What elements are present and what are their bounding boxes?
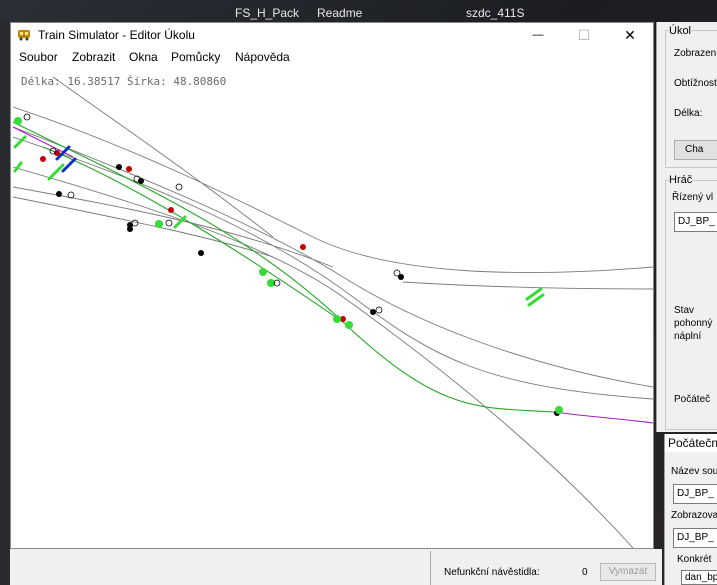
pocatecni-panel-title: Počáteční	[665, 434, 717, 452]
status-separator	[430, 551, 431, 585]
track-line	[402, 281, 653, 290]
stav-label: Stav	[674, 305, 695, 316]
nefunkcni-navestidla-count: 0	[582, 567, 588, 578]
map-canvas[interactable]: Délka: 16.38517 Šírka: 48.80860	[13, 67, 653, 548]
menu-bar: Soubor Zobrazit Okna Pomůcky Nápověda	[11, 47, 653, 67]
minimize-icon: —	[532, 29, 544, 41]
track-line	[13, 126, 653, 388]
maximize-icon: ☐	[577, 26, 591, 43]
zobrazovat-field[interactable]: DJ_BP_	[673, 528, 717, 548]
node-hollow[interactable]	[165, 219, 173, 227]
signal-marker[interactable]	[13, 161, 23, 173]
map-coordinates-readout: Délka: 16.38517 Šírka: 48.80860	[21, 75, 227, 88]
title-bar[interactable]: Train Simulator - Editor Úkolu — ☐ ✕	[11, 23, 653, 47]
zobrazeni-label: Zobrazen	[674, 48, 717, 59]
node-green[interactable]	[14, 117, 22, 125]
ukol-group-title: Úkol	[669, 25, 692, 37]
node-hollow[interactable]	[375, 306, 383, 314]
change-button[interactable]: Cha	[674, 140, 717, 160]
node-red[interactable]	[168, 207, 174, 213]
editor-window: Train Simulator - Editor Úkolu — ☐ ✕ Sou…	[10, 22, 654, 549]
node-green[interactable]	[259, 268, 267, 276]
close-button[interactable]: ✕	[607, 23, 653, 47]
rizeny-vlak-field[interactable]: DJ_BP_	[674, 212, 717, 232]
maximize-button[interactable]: ☐	[561, 23, 607, 47]
status-strip: Nefunkční návěstidla: 0 Vymazat	[10, 549, 662, 585]
close-icon: ✕	[624, 26, 636, 43]
desktop-icon-labels: FS_H_Pack Readme szdc_411S	[0, 0, 717, 22]
track-line	[13, 106, 653, 273]
konkretni-label: Konkrét	[677, 554, 712, 565]
menu-okna[interactable]: Okna	[129, 50, 158, 64]
node-black[interactable]	[370, 309, 376, 315]
node-hollow[interactable]	[393, 269, 401, 277]
signal-marker[interactable]	[47, 163, 65, 181]
desktop-item-fs-h-pack[interactable]: FS_H_Pack	[235, 6, 299, 20]
desktop-item-readme[interactable]: Readme	[317, 6, 362, 20]
route-green	[42, 146, 344, 323]
node-red[interactable]	[40, 156, 46, 162]
zobrazovat-label: Zobrazova	[671, 510, 717, 521]
nazev-label: Název sou	[671, 466, 717, 477]
node-hollow[interactable]	[23, 113, 31, 121]
minimize-button[interactable]: —	[515, 23, 561, 47]
node-green[interactable]	[333, 315, 341, 323]
desktop-item-szdc[interactable]: szdc_411S	[466, 6, 524, 20]
node-red[interactable]	[126, 166, 132, 172]
node-green[interactable]	[155, 220, 163, 228]
node-black[interactable]	[116, 164, 122, 170]
hrac-group-title: Hráč	[669, 174, 693, 186]
naplni-label: náplní	[674, 331, 702, 342]
marker-blue[interactable]	[61, 157, 77, 173]
track-line	[13, 166, 634, 548]
pocatecni-label: Počáteč	[674, 394, 711, 405]
track-line	[13, 186, 334, 268]
konkretni-field[interactable]: dan_bp	[681, 570, 717, 585]
window-title: Train Simulator - Editor Úkolu	[38, 28, 195, 42]
track-map[interactable]	[13, 67, 653, 548]
pohonny-label: pohonný	[674, 318, 713, 329]
node-black[interactable]	[127, 226, 133, 232]
route-purple	[552, 411, 653, 424]
node-green[interactable]	[555, 406, 563, 414]
menu-pomucky[interactable]: Pomůcky	[171, 50, 220, 64]
node-black[interactable]	[56, 191, 62, 197]
pocatecni-panel: Počáteční Název sou DJ_BP_ Zobrazova DJ_…	[664, 434, 717, 585]
menu-zobrazit[interactable]: Zobrazit	[72, 50, 115, 64]
node-red[interactable]	[300, 244, 306, 250]
node-black[interactable]	[198, 250, 204, 256]
menu-soubor[interactable]: Soubor	[19, 50, 58, 64]
vymazat-button[interactable]: Vymazat	[600, 563, 656, 581]
node-hollow[interactable]	[67, 191, 75, 199]
node-hollow[interactable]	[131, 219, 139, 227]
train-app-icon	[18, 30, 30, 41]
background-window-edge	[0, 22, 10, 585]
rizeny-vlak-label: Řízený vl	[672, 192, 714, 203]
node-green[interactable]	[345, 321, 353, 329]
node-hollow[interactable]	[175, 183, 183, 191]
ukol-panel: Úkol Zobrazen Obtížnost Délka: Cha Hráč …	[656, 22, 717, 432]
delka-label: Délka:	[674, 108, 703, 119]
menu-napoveda[interactable]: Nápověda	[235, 50, 290, 64]
track-line	[13, 136, 653, 400]
nazev-field[interactable]: DJ_BP_	[673, 484, 717, 504]
nefunkcni-navestidla-label: Nefunkční návěstidla:	[444, 567, 540, 578]
obtiznost-label: Obtížnost	[674, 78, 717, 89]
track-line	[13, 196, 274, 258]
